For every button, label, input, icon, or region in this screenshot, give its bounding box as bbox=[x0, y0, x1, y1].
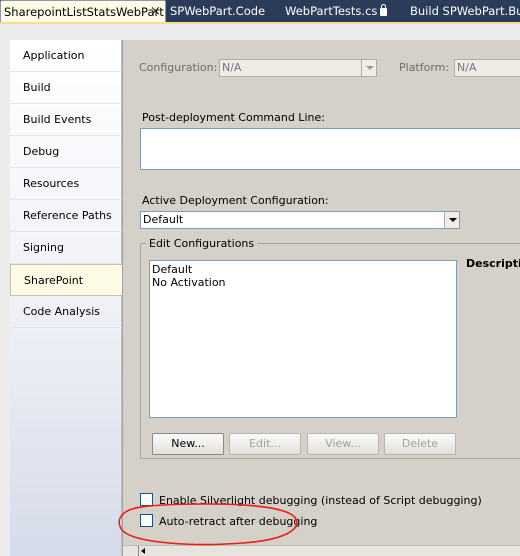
tab-build-spwebpart[interactable]: Build SPWebPart.Bui...p bbox=[410, 0, 520, 22]
edit-configurations-title: Edit Configurations bbox=[146, 237, 258, 250]
list-item[interactable]: Default bbox=[152, 263, 456, 276]
nav-item-label: Signing bbox=[23, 241, 65, 254]
configuration-label: Configuration: bbox=[139, 61, 218, 74]
platform-label-text: Platform: bbox=[399, 61, 450, 74]
configuration-value: N/A bbox=[222, 61, 242, 74]
nav-item-label: Reference Paths bbox=[23, 209, 112, 222]
nav-item-reference-paths[interactable]: Reference Paths bbox=[10, 200, 122, 232]
nav-item-debug[interactable]: Debug bbox=[10, 136, 122, 168]
active-deployment-select[interactable]: Default bbox=[140, 211, 460, 229]
silverlight-checkbox[interactable] bbox=[140, 493, 153, 506]
horizontal-scrollbar[interactable] bbox=[123, 545, 520, 556]
autoretract-checkbox[interactable] bbox=[140, 514, 153, 527]
nav-item-label: Application bbox=[23, 49, 85, 62]
platform-select[interactable]: N/A bbox=[454, 59, 520, 77]
project-properties: Application Build Build Events Debug Res… bbox=[0, 24, 520, 556]
autoretract-label: Auto-retract after debugging bbox=[159, 515, 318, 528]
new-button[interactable]: New... bbox=[152, 433, 224, 455]
tab-sharepointliststatswebpart[interactable]: SharepointListStatsWebPart × bbox=[0, 0, 166, 22]
nav-item-label: Build bbox=[23, 81, 51, 94]
nav-item-signing[interactable]: Signing bbox=[10, 232, 122, 264]
tab-spwebpart-code[interactable]: SPWebPart.Code bbox=[170, 0, 280, 22]
tab-label: Build SPWebPart.Bui...p bbox=[410, 4, 520, 18]
nav-item-label: Build Events bbox=[23, 113, 92, 126]
scroll-left-icon[interactable] bbox=[141, 548, 145, 554]
document-tab-strip: SharepointListStatsWebPart × SPWebPart.C… bbox=[0, 0, 520, 22]
nav-item-code-analysis[interactable]: Code Analysis bbox=[10, 296, 122, 328]
tab-label: SPWebPart.Code bbox=[170, 4, 266, 18]
sharepoint-settings-panel: Configuration: N/A Platform: N/A Post-de… bbox=[122, 40, 520, 556]
post-deployment-command-input[interactable] bbox=[140, 128, 520, 170]
nav-item-label: Resources bbox=[23, 177, 80, 190]
configurations-list[interactable]: Default No Activation bbox=[149, 260, 457, 418]
nav-item-application[interactable]: Application bbox=[10, 40, 122, 72]
post-deployment-label: Post-deployment Command Line: bbox=[142, 111, 325, 124]
lock-icon bbox=[380, 4, 388, 16]
delete-button[interactable]: Delete bbox=[384, 433, 456, 455]
nav-item-label: SharePoint bbox=[24, 274, 84, 287]
nav-item-sharepoint[interactable]: SharePoint bbox=[10, 264, 123, 296]
description-label: Descriptio bbox=[466, 257, 520, 270]
close-icon[interactable]: × bbox=[150, 1, 161, 22]
nav-item-resources[interactable]: Resources bbox=[10, 168, 122, 200]
view-button[interactable]: View... bbox=[307, 433, 379, 455]
tab-webparttests[interactable]: WebPartTests.cs bbox=[285, 0, 405, 22]
nav-item-label: Debug bbox=[23, 145, 60, 158]
configuration-select[interactable]: N/A bbox=[219, 59, 377, 77]
nav-item-build-events[interactable]: Build Events bbox=[10, 104, 122, 136]
active-deployment-value: Default bbox=[143, 213, 184, 226]
scroll-divider bbox=[138, 546, 139, 556]
chevron-down-icon bbox=[361, 60, 376, 76]
tab-label: SharepointListStatsWebPart bbox=[4, 5, 164, 19]
tab-label: WebPartTests.cs bbox=[285, 4, 378, 18]
platform-value: N/A bbox=[457, 61, 477, 74]
active-deployment-label: Active Deployment Configuration: bbox=[142, 194, 329, 207]
nav-item-build[interactable]: Build bbox=[10, 72, 122, 104]
nav-item-label: Code Analysis bbox=[23, 305, 100, 318]
properties-nav: Application Build Build Events Debug Res… bbox=[10, 40, 123, 556]
edit-button[interactable]: Edit... bbox=[229, 433, 301, 455]
silverlight-label: Enable Silverlight debugging (instead of… bbox=[159, 494, 482, 507]
list-item[interactable]: No Activation bbox=[152, 276, 456, 289]
chevron-down-icon bbox=[444, 212, 459, 228]
